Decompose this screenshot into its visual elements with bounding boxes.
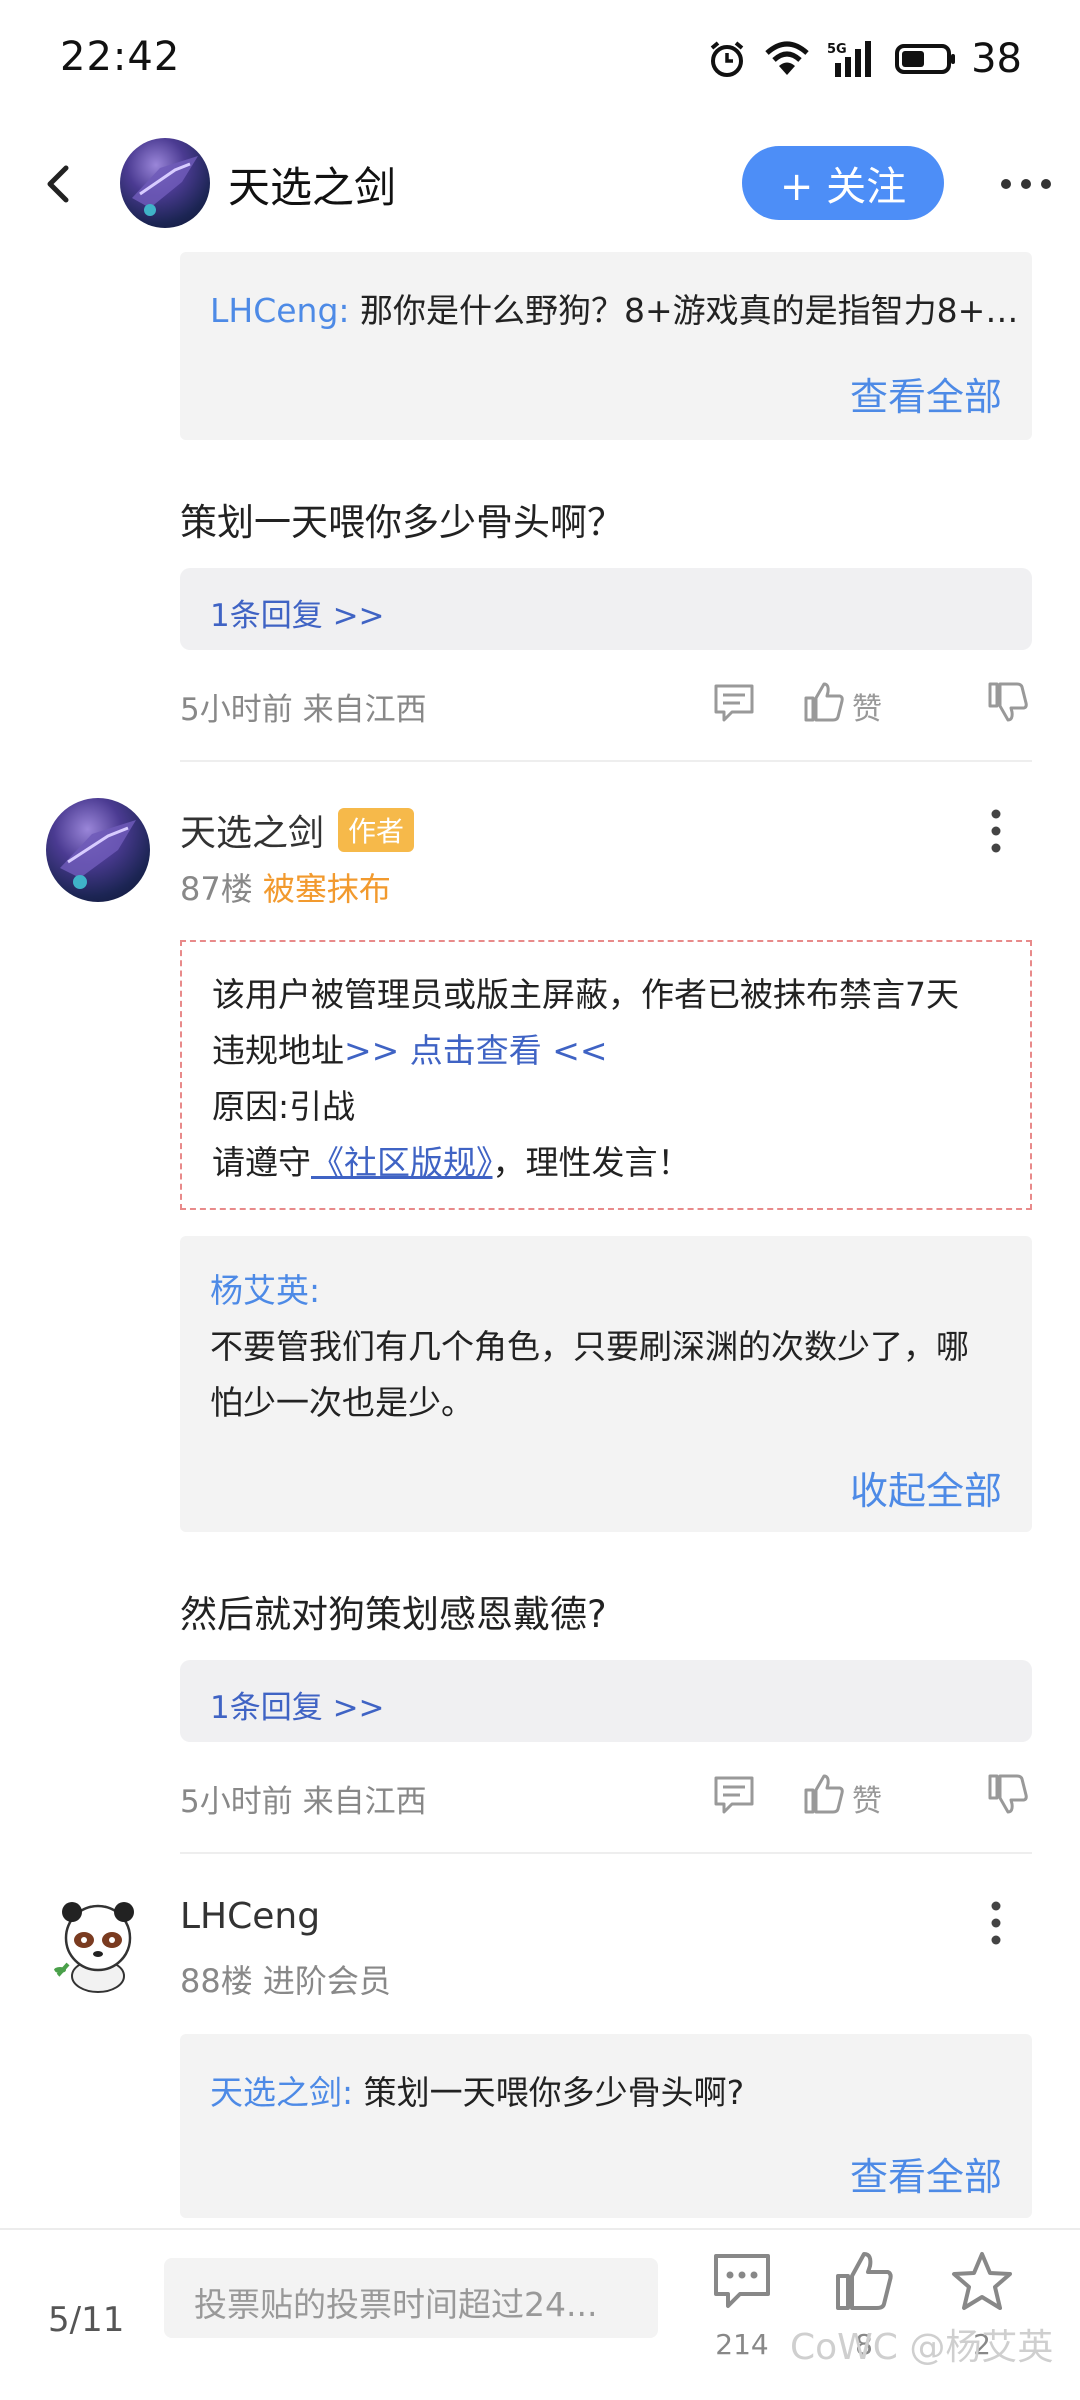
rules-suffix: ，理性发言！ [492, 1143, 691, 1182]
quote-text-line-2: 怕少一次也是少。 [210, 1383, 474, 1422]
comment-text: 策划一天喂你多少骨头啊？ [180, 501, 624, 544]
star-icon[interactable] [950, 2250, 1014, 2314]
like-label[interactable]: 赞 [852, 1776, 882, 1820]
comment-input-placeholder: 投票贴的投票时间超过24... [194, 2285, 598, 2324]
comment-more-button[interactable] [984, 1898, 1008, 1948]
replies-box[interactable]: 1条回复 >> [180, 1660, 1032, 1742]
view-replies-link[interactable]: 1条回复 >> [210, 1682, 385, 1727]
like-label[interactable]: 赞 [852, 684, 882, 728]
user-status: 被塞抹布 [262, 870, 391, 908]
quoted-reply-box[interactable]: 杨艾英: 不要管我们有几个角色，只要刷深渊的次数少了，哪 怕少一次也是少。 收起… [180, 1236, 1032, 1532]
back-button[interactable] [32, 156, 88, 212]
quoted-reply-box[interactable]: LHCeng: 那你是什么野狗？8+游戏真的是指智力8+… 查看全部 [180, 252, 1032, 440]
ban-notice-box: 该用户被管理员或版主屏蔽，作者已被抹布禁言7天 违规地址>> 点击查看 << 原… [180, 940, 1032, 1210]
dislike-icon[interactable] [986, 1772, 1030, 1816]
collapse-all-link[interactable]: 收起全部 [850, 1460, 1002, 1515]
floor-line: 87楼 被塞抹布 [180, 864, 391, 910]
chevron-left-icon [47, 165, 69, 203]
comment-input[interactable]: 投票贴的投票时间超过24... [164, 2258, 658, 2338]
dislike-icon[interactable] [986, 680, 1030, 724]
reply-icon[interactable] [712, 1772, 756, 1816]
svg-text:5G: 5G [827, 42, 847, 57]
more-options-button[interactable] [998, 164, 1054, 204]
comment-actions: 赞 [712, 676, 1032, 728]
like-icon[interactable] [802, 1772, 846, 1816]
ban-line-1: 该用户被管理员或版主屏蔽，作者已被抹布禁言7天 [212, 975, 959, 1014]
bottom-action-bar: 5/11 投票贴的投票时间超过24... 214 8 2 [0, 2228, 1080, 2400]
replies-box[interactable]: 1条回复 >> [180, 568, 1032, 650]
quote-line: LHCeng: 那你是什么野狗？8+游戏真的是指智力8+… [210, 284, 1018, 332]
user-avatar[interactable] [46, 1890, 150, 1994]
see-all-link[interactable]: 查看全部 [850, 2146, 1002, 2201]
view-violation-link[interactable]: >> 点击查看 << [344, 1031, 608, 1070]
battery-icon [895, 44, 956, 74]
quote-text: 那你是什么野狗？8+游戏真的是指智力8+… [360, 291, 1019, 330]
wifi-icon [765, 41, 809, 75]
floor-number: 87楼 [180, 870, 253, 908]
user-avatar[interactable] [46, 798, 150, 902]
author-badge: 作者 [338, 808, 415, 852]
rules-prefix: 请遵守 [212, 1143, 311, 1182]
quote-author-link[interactable]: LHCeng: [210, 291, 350, 330]
page-title: 天选之剑 [228, 163, 397, 212]
user-name[interactable]: 天选之剑 [180, 813, 324, 854]
status-bar: 22:42 5G 38 [0, 0, 1080, 118]
watermark: CoWC @杨艾英 [790, 2327, 1054, 2368]
quote-text: 策划一天喂你多少骨头啊? [363, 2073, 745, 2112]
status-time: 22:42 [60, 34, 181, 80]
quote-text-line-1: 不要管我们有几个角色，只要刷深渊的次数少了，哪 [210, 1327, 969, 1366]
view-replies-link[interactable]: 1条回复 >> [210, 590, 385, 635]
ban-line-2: 违规地址>> 点击查看 << [212, 1024, 608, 1072]
community-rules-link[interactable]: 《社区版规》 [311, 1143, 493, 1182]
divider [180, 760, 1032, 762]
user-name-row: 天选之剑 作者 [180, 804, 415, 856]
follow-button[interactable]: + 关注 [742, 146, 944, 220]
like-icon[interactable] [802, 680, 846, 724]
quote-author-link[interactable]: 天选之剑: [210, 2073, 353, 2112]
see-all-link[interactable]: 查看全部 [850, 366, 1002, 421]
battery-level: 38 [971, 36, 1022, 82]
status-icons: 5G 38 [707, 34, 1022, 84]
more-horizontal-icon [1001, 179, 1051, 189]
quoted-reply-box[interactable]: 天选之剑: 策划一天喂你多少骨头啊? 查看全部 [180, 2034, 1032, 2218]
ban-address-label: 违规地址 [212, 1031, 344, 1070]
comment-time-location: 5小时前 来自江西 [180, 692, 427, 728]
ban-line-4: 请遵守《社区版规》，理性发言！ [212, 1136, 691, 1184]
alarm-icon [710, 41, 744, 77]
author-avatar[interactable] [120, 138, 210, 228]
comment-text: 然后就对狗策划感恩戴德? [180, 1593, 607, 1636]
quote-author-link[interactable]: 杨艾英: [210, 1264, 320, 1312]
comment-actions: 赞 [712, 1768, 1032, 1820]
like-icon[interactable] [832, 2250, 896, 2314]
more-vertical-icon [991, 809, 1001, 853]
ban-reason: 原因:引战 [212, 1087, 356, 1126]
comment-time-location: 5小时前 来自江西 [180, 1784, 427, 1820]
reply-icon[interactable] [712, 680, 756, 724]
divider [180, 1852, 1032, 1854]
comment-meta-row: 5小时前 来自江西 赞 [180, 676, 1032, 728]
top-nav-bar: 天选之剑 + 关注 [0, 118, 1080, 248]
comment-icon[interactable] [710, 2250, 774, 2314]
comment-count: 214 [715, 2328, 769, 2361]
floor-line: 88楼 进阶会员 [180, 1962, 391, 2000]
page-indicator[interactable]: 5/11 [48, 2300, 124, 2340]
comment-meta-row: 5小时前 来自江西 赞 [180, 1768, 1032, 1820]
comment-more-button[interactable] [984, 806, 1008, 856]
user-name[interactable]: LHCeng [180, 1896, 320, 1937]
quote-line: 天选之剑: 策划一天喂你多少骨头啊? [210, 2066, 744, 2114]
signal-icon: 5G [827, 41, 872, 77]
more-vertical-icon [991, 1901, 1001, 1945]
